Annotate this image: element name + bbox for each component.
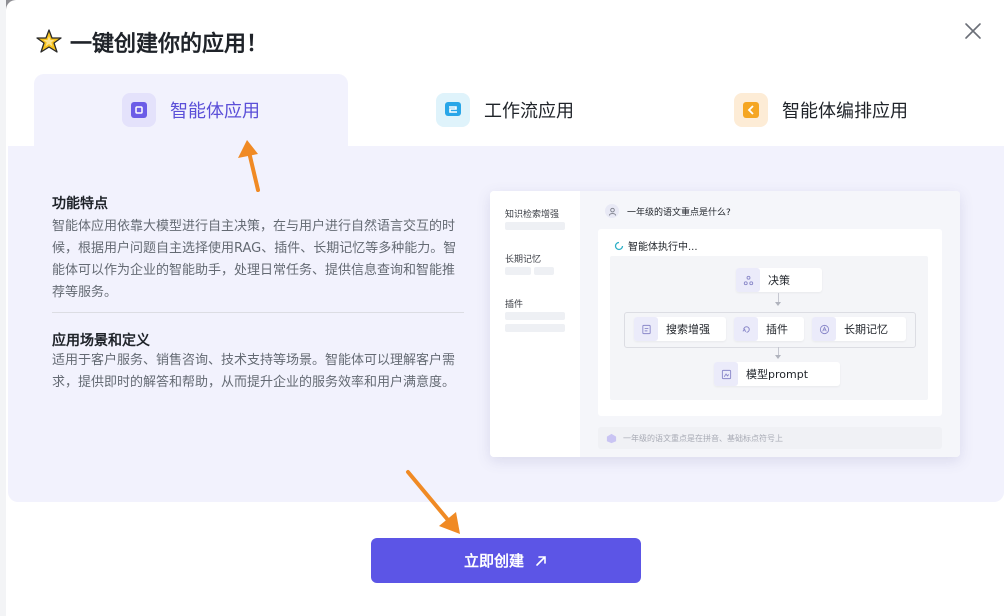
flow-diagram: 决策 搜索增强 插件 长期记忆 模型prompt [610,256,928,400]
skeleton-line [505,312,565,320]
app-type-tabs: 智能体应用 工作流应用 智能体编排应用 [34,74,1002,146]
sparkle-star-icon [36,29,62,53]
tab-agent-app[interactable]: 智能体应用 [34,74,348,146]
scenarios-title: 应用场景和定义 [52,333,150,349]
skeleton-line [534,267,554,275]
preview-question: 一年级的语文重点是什么? [605,204,731,218]
preview-answer-text: 一年级的语文重点是在拼音、基础标点符号上 [623,433,783,443]
execution-status: 智能体执行中... [614,238,698,253]
tab-agent-app-label: 智能体应用 [170,101,260,122]
preview-sidebar-item: 插件 [505,300,524,310]
plugin-node: 插件 [734,317,804,341]
memory-icon [812,317,836,341]
tab-agent-orchestration-label: 智能体编排应用 [782,101,908,122]
annotation-arrow-icon [406,470,460,534]
preview-sidebar-item: 知识检索增强 [505,210,560,220]
search-node-label: 搜索增强 [666,323,710,336]
workflow-app-icon [436,93,470,127]
create-now-label: 立即创建 [463,552,524,570]
close-button[interactable] [964,22,982,40]
model-prompt-node-label: 模型prompt [746,368,809,381]
modal-title-text: 一键创建你的应用！ [70,32,269,57]
user-avatar-icon [605,204,619,218]
loading-spinner-icon [614,241,624,250]
agent-app-icon [122,93,156,127]
modal-title: 一键创建你的应用！ [36,26,268,58]
memory-node-label: 长期记忆 [844,323,888,336]
tab-content-panel: 功能特点 智能体应用依靠大模型进行自主决策，在与用户进行自然语言交互的时候，根据… [8,146,1004,502]
plugin-node-label: 插件 [766,323,788,336]
decision-node: 决策 [736,268,822,292]
memory-node: 长期记忆 [812,317,906,341]
section-divider [52,312,464,313]
tab-workflow-app[interactable]: 工作流应用 [436,74,636,146]
search-enhance-icon [634,317,658,341]
annotation-arrow-icon [238,140,260,192]
flow-arrow [775,302,781,306]
tab-agent-orchestration-app[interactable]: 智能体编排应用 [734,74,974,146]
close-icon [965,23,981,39]
skeleton-line [505,324,565,332]
scenarios-text: 适用于客户服务、销售咨询、技术支持等场景。智能体可以理解客户需求，提供即时的解答… [52,353,456,390]
preview-question-text: 一年级的语文重点是什么? [627,207,731,218]
execution-status-text: 智能体执行中... [628,242,698,253]
search-node: 搜索增强 [634,317,726,341]
model-prompt-node: 模型prompt [714,362,840,386]
create-app-modal: 一键创建你的应用！ 智能体应用 工作流应用 智能体编排应用 功能特点 智能体应用… [6,0,1004,616]
agent-preview-illustration: 知识检索增强 长期记忆 插件 一年级的语文重点是什么? 智能体执行中... 决策… [490,191,960,457]
decision-icon [736,268,760,292]
flow-arrow [775,355,781,359]
features-title: 功能特点 [52,196,108,212]
preview-answer-bar: 一年级的语文重点是在拼音、基础标点符号上 [598,427,942,449]
skeleton-line [505,222,565,230]
arrow-up-right-icon [536,555,546,566]
preview-sidebar: 知识检索增强 长期记忆 插件 [490,191,580,457]
plugin-icon [734,317,758,341]
execution-card: 智能体执行中... 决策 搜索增强 插件 长期记忆 模型prompt [598,229,942,416]
features-text: 智能体应用依靠大模型进行自主决策，在与用户进行自然语言交互的时候，根据用户问题自… [52,219,457,300]
tab-workflow-app-label: 工作流应用 [484,101,574,122]
ai-logo-icon [606,433,617,443]
preview-main: 一年级的语文重点是什么? 智能体执行中... 决策 搜索增强 插件 长期记忆 模… [580,191,960,457]
model-prompt-icon [714,362,738,386]
preview-sidebar-item: 长期记忆 [505,255,542,265]
agent-orchestration-icon [734,93,768,127]
create-now-button[interactable]: 立即创建 [371,538,641,583]
skeleton-line [505,267,531,275]
capability-group: 搜索增强 插件 长期记忆 [624,312,916,348]
decision-node-label: 决策 [768,274,790,287]
flow-connector [778,293,779,302]
